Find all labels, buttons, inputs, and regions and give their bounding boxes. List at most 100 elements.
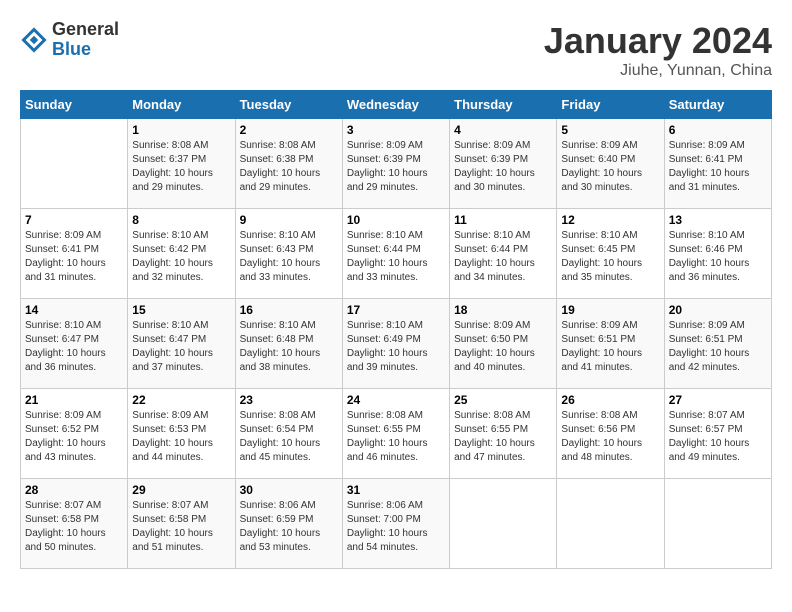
month-title: January 2024 [544,20,772,62]
day-number: 9 [240,213,338,227]
calendar-cell: 2 Sunrise: 8:08 AMSunset: 6:38 PMDaylight… [235,119,342,209]
calendar-cell: 4Sunrise: 8:09 AMSunset: 6:39 PMDaylight… [450,119,557,209]
calendar-week-row: 28 Sunrise: 8:07 AMSunset: 6:58 PMDayligh… [21,479,772,569]
calendar-cell: 6 Sunrise: 8:09 AMSunset: 6:41 PMDaylight… [664,119,771,209]
calendar-week-row: 7 Sunrise: 8:09 AMSunset: 6:41 PMDaylight… [21,209,772,299]
day-number: 19 [561,303,659,317]
calendar-cell: 28 Sunrise: 8:07 AMSunset: 6:58 PMDayligh… [21,479,128,569]
day-info: Sunrise: 8:09 AMSunset: 6:52 PMDaylight:… [25,409,123,465]
calendar-week-row: 21 Sunrise: 8:09 AMSunset: 6:52 PMDayligh… [21,389,772,479]
day-info: Sunrise: 8:07 AMSunset: 6:58 PMDaylight:… [132,499,230,555]
day-number: 20 [669,303,767,317]
day-number: 12 [561,213,659,227]
day-info: Sunrise: 8:08 AMSunset: 6:55 PMDaylight:… [454,409,552,465]
day-number: 15 [132,303,230,317]
calendar-cell: 10Sunrise: 8:10 AMSunset: 6:44 PMDayligh… [342,209,449,299]
day-number: 30 [240,483,338,497]
calendar-table: SundayMondayTuesdayWednesdayThursdayFrid… [20,90,772,569]
day-number: 6 [669,123,767,137]
day-number: 23 [240,393,338,407]
calendar-cell: 11Sunrise: 8:10 AMSunset: 6:44 PMDayligh… [450,209,557,299]
day-info: Sunrise: 8:08 AMSunset: 6:56 PMDaylight:… [561,409,659,465]
calendar-cell: 9 Sunrise: 8:10 AMSunset: 6:43 PMDaylight… [235,209,342,299]
day-number: 18 [454,303,552,317]
calendar-header: SundayMondayTuesdayWednesdayThursdayFrid… [21,91,772,119]
day-info: Sunrise: 8:09 AMSunset: 6:39 PMDaylight:… [347,139,445,195]
calendar-body: 1Sunrise: 8:08 AMSunset: 6:37 PMDaylight… [21,119,772,569]
weekday-row: SundayMondayTuesdayWednesdayThursdayFrid… [21,91,772,119]
logo-icon [20,26,48,54]
day-info: Sunrise: 8:10 AMSunset: 6:44 PMDaylight:… [347,229,445,285]
day-number: 26 [561,393,659,407]
day-number: 21 [25,393,123,407]
calendar-cell: 12Sunrise: 8:10 AMSunset: 6:45 PMDayligh… [557,209,664,299]
day-info: Sunrise: 8:10 AMSunset: 6:44 PMDaylight:… [454,229,552,285]
day-info: Sunrise: 8:09 AMSunset: 6:41 PMDaylight:… [669,139,767,195]
calendar-cell: 21 Sunrise: 8:09 AMSunset: 6:52 PMDayligh… [21,389,128,479]
day-info: Sunrise: 8:08 AMSunset: 6:55 PMDaylight:… [347,409,445,465]
weekday-header: Tuesday [235,91,342,119]
calendar-cell: 20 Sunrise: 8:09 AMSunset: 6:51 PMDayligh… [664,299,771,389]
day-info: Sunrise: 8:09 AMSunset: 6:51 PMDaylight:… [669,319,767,375]
calendar-cell [664,479,771,569]
day-number: 1 [132,123,230,137]
calendar-cell: 31 Sunrise: 8:06 AMSunset: 7:00 PMDayligh… [342,479,449,569]
day-info: Sunrise: 8:09 AMSunset: 6:51 PMDaylight:… [561,319,659,375]
day-number: 8 [132,213,230,227]
title-block: January 2024 Jiuhe, Yunnan, China [544,20,772,80]
day-number: 27 [669,393,767,407]
calendar-cell: 24 Sunrise: 8:08 AMSunset: 6:55 PMDayligh… [342,389,449,479]
day-info: Sunrise: 8:09 AMSunset: 6:41 PMDaylight:… [25,229,123,285]
day-info: Sunrise: 8:09 AMSunset: 6:50 PMDaylight:… [454,319,552,375]
day-number: 24 [347,393,445,407]
calendar-cell: 23 Sunrise: 8:08 AMSunset: 6:54 PMDayligh… [235,389,342,479]
calendar-cell: 1Sunrise: 8:08 AMSunset: 6:37 PMDaylight… [128,119,235,209]
day-number: 2 [240,123,338,137]
calendar-week-row: 14 Sunrise: 8:10 AMSunset: 6:47 PMDayligh… [21,299,772,389]
day-number: 7 [25,213,123,227]
day-info: Sunrise: 8:09 AMSunset: 6:53 PMDaylight:… [132,409,230,465]
day-info: Sunrise: 8:07 AMSunset: 6:57 PMDaylight:… [669,409,767,465]
calendar-cell [21,119,128,209]
day-info: Sunrise: 8:10 AMSunset: 6:42 PMDaylight:… [132,229,230,285]
day-number: 13 [669,213,767,227]
weekday-header: Saturday [664,91,771,119]
day-number: 29 [132,483,230,497]
day-info: Sunrise: 8:06 AMSunset: 7:00 PMDaylight:… [347,499,445,555]
day-info: Sunrise: 8:10 AMSunset: 6:43 PMDaylight:… [240,229,338,285]
logo: General Blue [20,20,119,60]
day-info: Sunrise: 8:10 AMSunset: 6:47 PMDaylight:… [25,319,123,375]
day-info: Sunrise: 8:10 AMSunset: 6:48 PMDaylight:… [240,319,338,375]
calendar-cell: 14 Sunrise: 8:10 AMSunset: 6:47 PMDayligh… [21,299,128,389]
calendar-cell: 18 Sunrise: 8:09 AMSunset: 6:50 PMDayligh… [450,299,557,389]
day-info: Sunrise: 8:09 AMSunset: 6:40 PMDaylight:… [561,139,659,195]
day-number: 17 [347,303,445,317]
day-number: 16 [240,303,338,317]
calendar-cell: 7 Sunrise: 8:09 AMSunset: 6:41 PMDaylight… [21,209,128,299]
day-number: 31 [347,483,445,497]
logo-general-text: General [52,19,119,39]
day-info: Sunrise: 8:08 AMSunset: 6:54 PMDaylight:… [240,409,338,465]
weekday-header: Sunday [21,91,128,119]
calendar-cell: 8 Sunrise: 8:10 AMSunset: 6:42 PMDaylight… [128,209,235,299]
day-number: 14 [25,303,123,317]
calendar-cell: 5 Sunrise: 8:09 AMSunset: 6:40 PMDaylight… [557,119,664,209]
weekday-header: Monday [128,91,235,119]
day-number: 5 [561,123,659,137]
calendar-cell: 3Sunrise: 8:09 AMSunset: 6:39 PMDaylight… [342,119,449,209]
day-number: 25 [454,393,552,407]
calendar-cell: 25 Sunrise: 8:08 AMSunset: 6:55 PMDayligh… [450,389,557,479]
calendar-week-row: 1Sunrise: 8:08 AMSunset: 6:37 PMDaylight… [21,119,772,209]
calendar-cell: 22 Sunrise: 8:09 AMSunset: 6:53 PMDayligh… [128,389,235,479]
calendar-cell: 16 Sunrise: 8:10 AMSunset: 6:48 PMDayligh… [235,299,342,389]
calendar-cell: 29 Sunrise: 8:07 AMSunset: 6:58 PMDayligh… [128,479,235,569]
day-info: Sunrise: 8:08 AMSunset: 6:38 PMDaylight:… [240,139,338,195]
logo-blue-text: Blue [52,39,91,59]
day-number: 4 [454,123,552,137]
day-number: 28 [25,483,123,497]
day-number: 22 [132,393,230,407]
calendar-cell: 19 Sunrise: 8:09 AMSunset: 6:51 PMDayligh… [557,299,664,389]
calendar-cell: 15Sunrise: 8:10 AMSunset: 6:47 PMDayligh… [128,299,235,389]
day-info: Sunrise: 8:07 AMSunset: 6:58 PMDaylight:… [25,499,123,555]
calendar-cell: 27 Sunrise: 8:07 AMSunset: 6:57 PMDayligh… [664,389,771,479]
